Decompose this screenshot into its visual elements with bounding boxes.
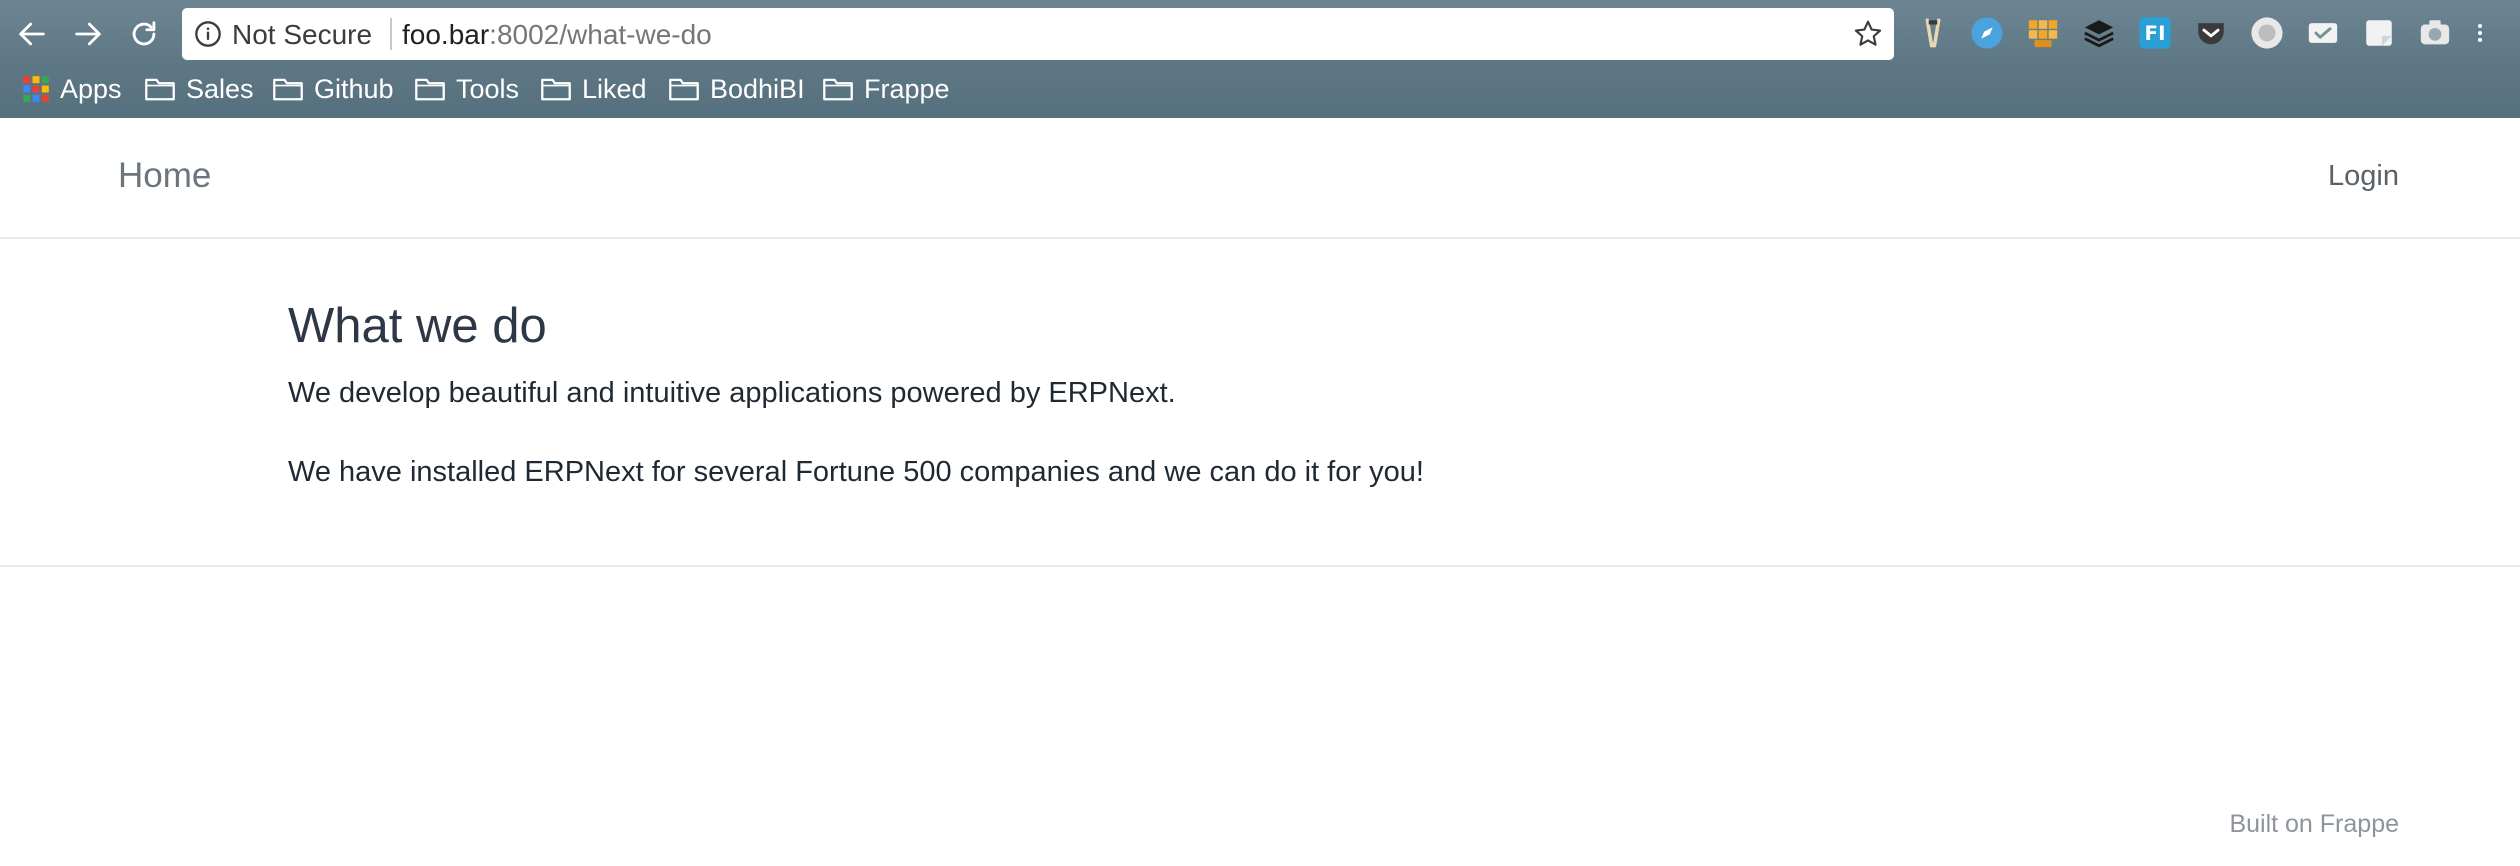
bookmark-label: Liked <box>582 73 647 104</box>
url-host: foo.bar <box>402 19 490 50</box>
bookmark-label: BodhiBI <box>710 73 805 104</box>
security-label[interactable]: Not Secure <box>232 19 372 51</box>
folder-icon <box>823 78 853 101</box>
mail-check-icon[interactable] <box>2306 16 2340 50</box>
browser-chrome: Not Secure foo.bar:8002/what-we-do FI Ap… <box>0 0 2520 118</box>
folder-icon <box>145 78 175 101</box>
bookmark-label: Github <box>314 73 394 104</box>
folder-icon <box>541 78 571 101</box>
paragraph-intro: We develop beautiful and intuitive appli… <box>288 376 1176 409</box>
url-text[interactable]: foo.bar:8002/what-we-do <box>402 19 712 51</box>
bookmark-frappe[interactable]: Frappe <box>822 72 950 106</box>
content-divider <box>0 565 2520 567</box>
svg-text:FI: FI <box>2145 22 2166 45</box>
bookmark-label: Frappe <box>864 73 950 104</box>
folder-icon <box>273 78 303 101</box>
circle-record-icon[interactable] <box>2250 16 2284 50</box>
bookmark-label: Sales <box>186 73 254 104</box>
menu-kebab-icon[interactable] <box>2468 16 2492 50</box>
bookmark-github[interactable]: Github <box>272 72 394 106</box>
reload-icon <box>132 21 156 46</box>
bookmark-label: Apps <box>60 73 122 104</box>
forward-arrow-icon <box>75 22 101 46</box>
paragraph-fortune: We have installed ERPNext for several Fo… <box>288 455 1424 488</box>
page-content: What we do We develop beautiful and intu… <box>288 299 2288 489</box>
apps-grid-icon <box>23 76 49 102</box>
camera-icon[interactable] <box>2418 16 2452 50</box>
folder-icon <box>669 78 699 101</box>
aws-boxes-icon[interactable] <box>2026 16 2060 50</box>
bookmarks-bar: Apps Sales Github Tools Liked BodhiBI Fr… <box>0 66 2520 112</box>
page-title: What we do <box>288 299 547 353</box>
omnibox-divider <box>390 18 392 50</box>
login-link[interactable]: Login <box>2328 160 2399 193</box>
reload-button[interactable] <box>124 14 164 54</box>
back-arrow-icon <box>19 22 45 46</box>
forward-button[interactable] <box>68 14 108 54</box>
safari-compass-icon[interactable] <box>1970 16 2004 50</box>
fi-icon[interactable]: FI <box>2138 16 2172 50</box>
info-icon[interactable] <box>194 20 222 48</box>
bookmark-apps[interactable]: Apps <box>22 72 122 106</box>
layers-icon[interactable] <box>2082 16 2116 50</box>
home-link[interactable]: Home <box>118 156 211 196</box>
site-navbar: Home Login <box>0 118 2520 239</box>
bookmark-tools[interactable]: Tools <box>414 72 519 106</box>
note-icon[interactable] <box>2362 16 2396 50</box>
back-button[interactable] <box>12 14 52 54</box>
pocket-icon[interactable] <box>2194 16 2228 50</box>
bookmark-star-icon[interactable] <box>1852 18 1884 50</box>
bookmark-label: Tools <box>456 73 520 104</box>
bookmark-bodhibi[interactable]: BodhiBI <box>668 72 805 106</box>
bookmark-sales[interactable]: Sales <box>144 72 254 106</box>
url-path: :8002/what-we-do <box>489 19 712 50</box>
tweezers-icon[interactable] <box>1916 16 1950 50</box>
folder-icon <box>415 78 445 101</box>
footer-credit[interactable]: Built on Frappe <box>2229 810 2399 839</box>
bookmark-liked[interactable]: Liked <box>540 72 647 106</box>
address-bar[interactable]: Not Secure foo.bar:8002/what-we-do <box>182 8 1894 60</box>
